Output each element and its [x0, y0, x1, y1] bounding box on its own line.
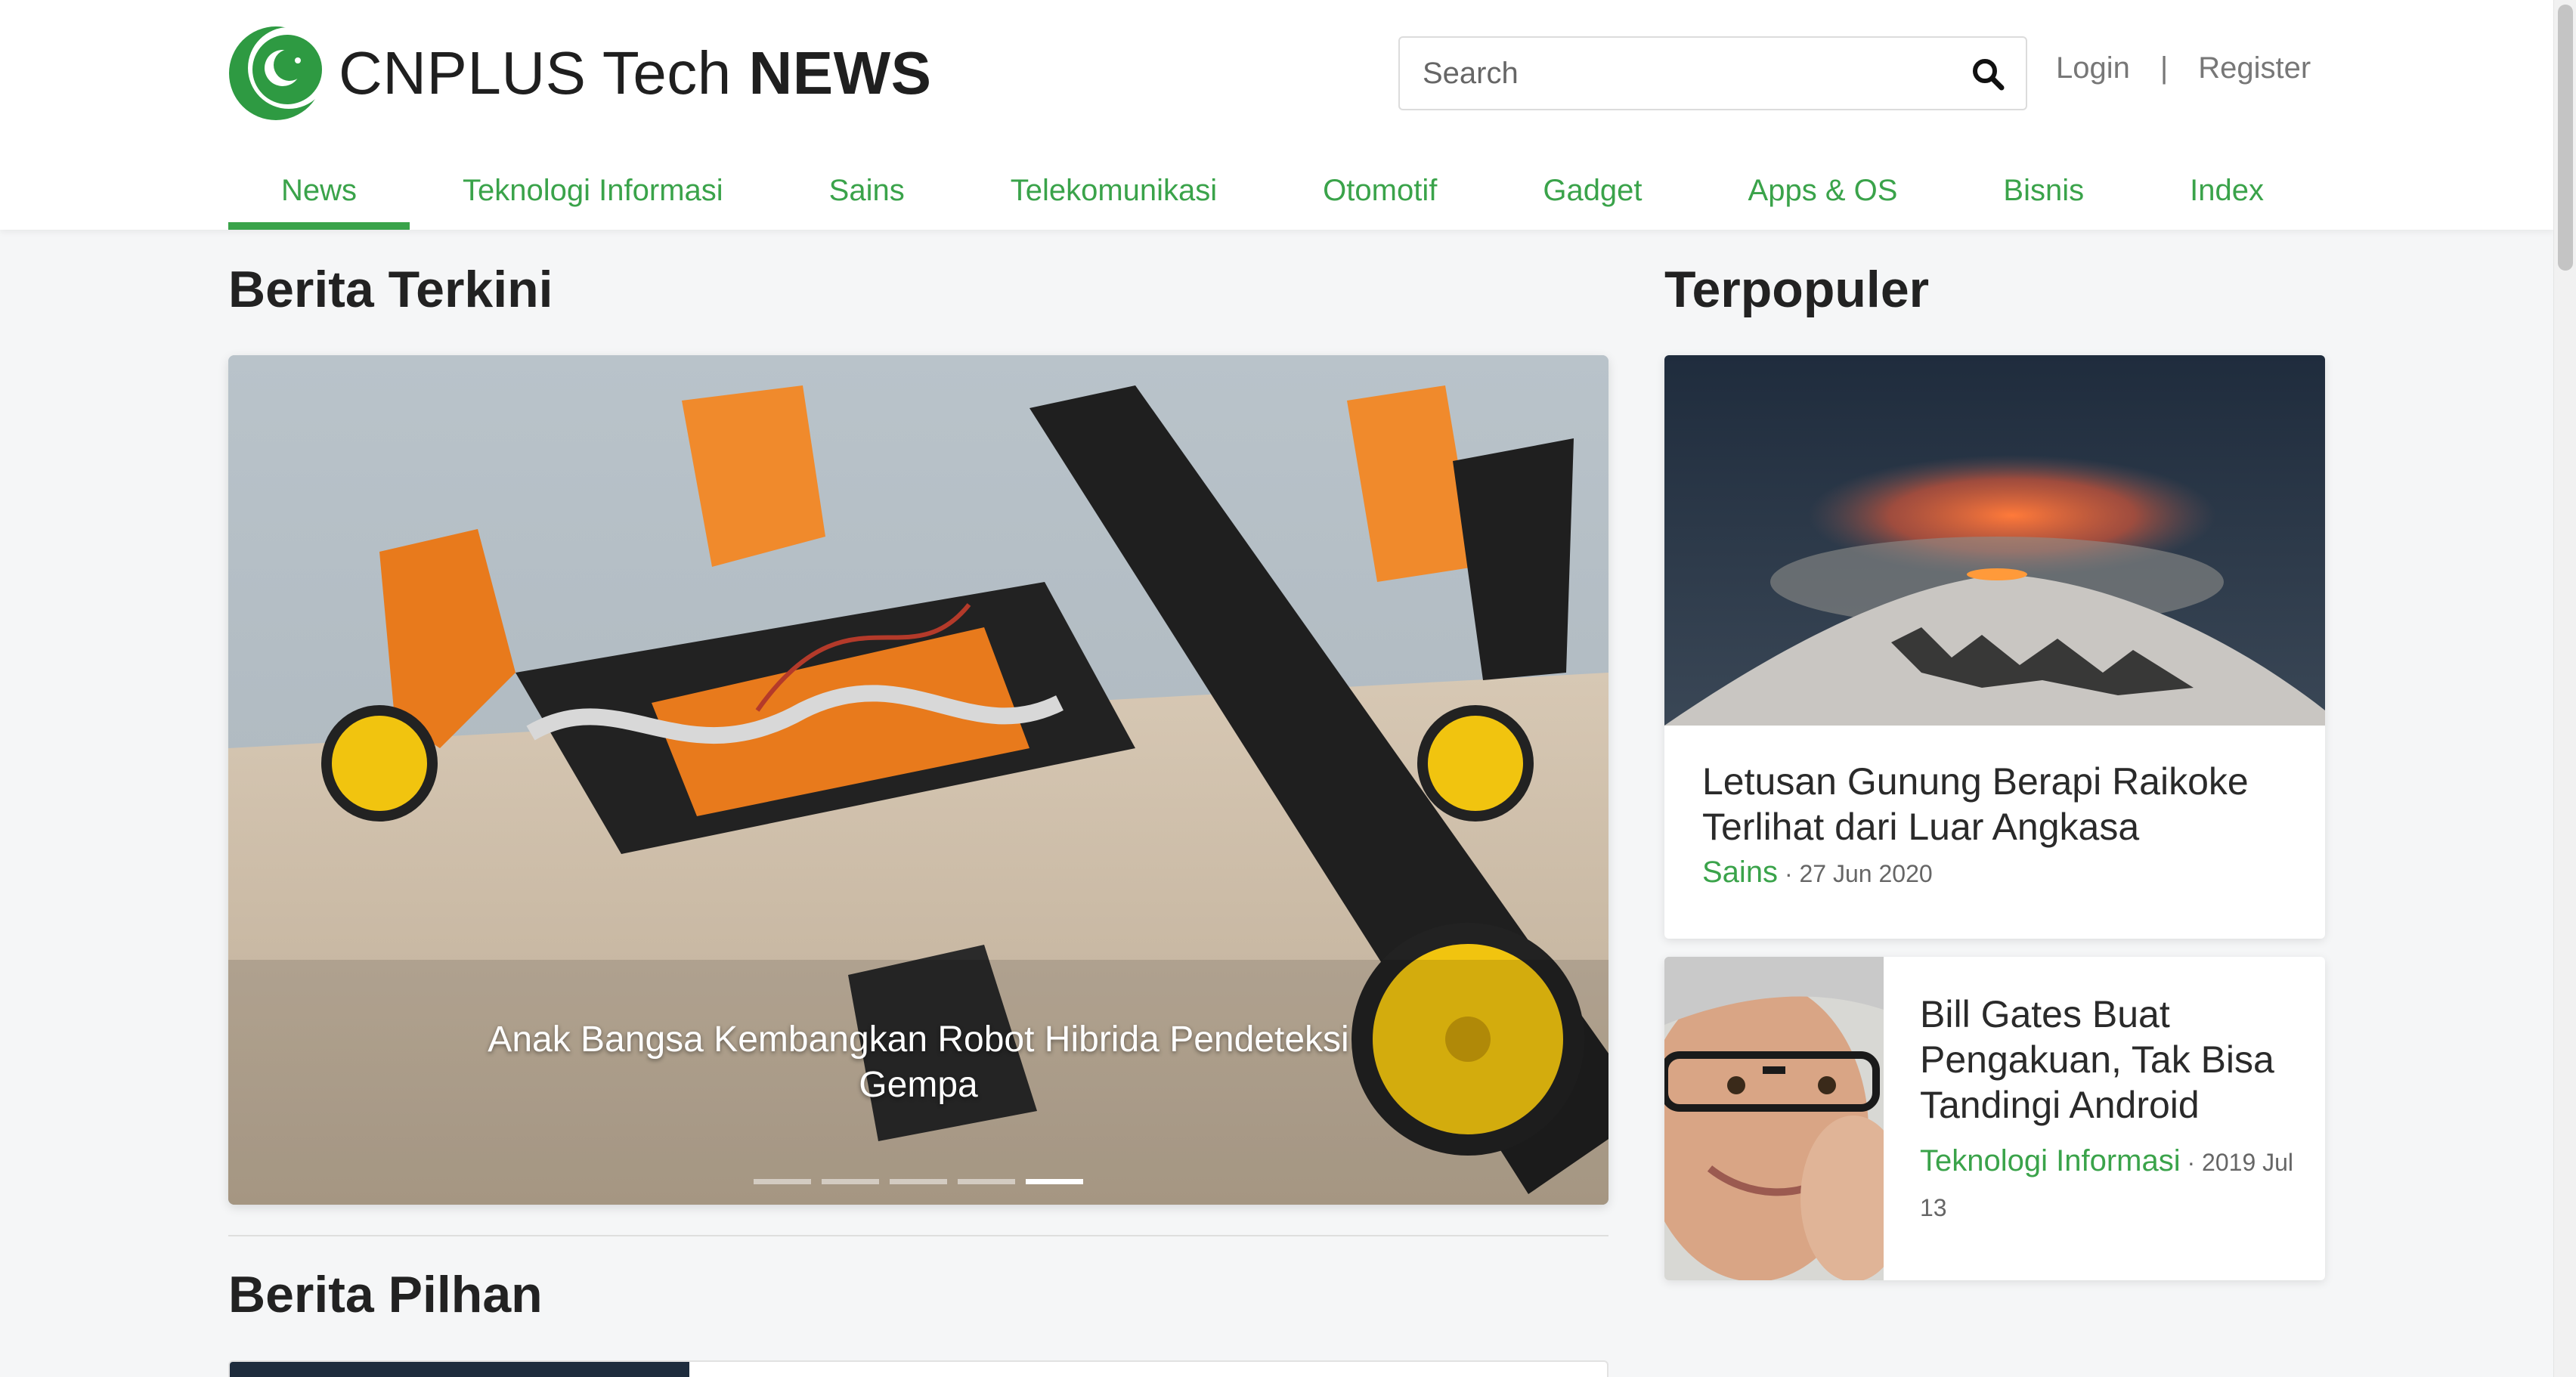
- popular-article-card-1[interactable]: Letusan Gunung Berapi Raikoke Terlihat d…: [1664, 355, 2325, 939]
- volcano-eruption-image: [1664, 355, 2325, 726]
- nav-item-teknologi-informasi[interactable]: Teknologi Informasi: [410, 151, 776, 230]
- carousel-caption[interactable]: Anak Bangsa Kembangkan Robot Hibrida Pen…: [228, 1017, 1608, 1108]
- carousel-dot-3[interactable]: [890, 1179, 947, 1184]
- site-header: CNPLUS Tech NEWS Login | Register News T…: [0, 0, 2553, 230]
- login-link[interactable]: Login: [2056, 51, 2130, 85]
- carousel-indicators: [228, 1179, 1608, 1184]
- section-divider: [228, 1235, 1608, 1236]
- search-box: [1398, 36, 2027, 110]
- nav-item-sains[interactable]: Sains: [776, 151, 958, 230]
- nav-item-index[interactable]: Index: [2137, 151, 2317, 230]
- nav-item-otomotif[interactable]: Otomotif: [1270, 151, 1490, 230]
- picks-first-card[interactable]: [228, 1360, 1608, 1377]
- nav-item-telekomunikasi[interactable]: Telekomunikasi: [958, 151, 1270, 230]
- main-nav: News Teknologi Informasi Sains Telekomun…: [228, 151, 2317, 230]
- nav-item-gadget[interactable]: Gadget: [1490, 151, 1695, 230]
- carousel-dot-2[interactable]: [822, 1179, 879, 1184]
- page-scrollbar[interactable]: [2553, 0, 2576, 1377]
- popular-article-category[interactable]: Teknologi Informasi: [1920, 1144, 2181, 1177]
- crescent-logo-icon: [228, 26, 330, 121]
- popular-article-category[interactable]: Sains: [1702, 856, 1778, 889]
- auth-separator: |: [2160, 51, 2169, 85]
- carousel-dot-4[interactable]: [958, 1179, 1015, 1184]
- site-logo[interactable]: CNPLUS Tech NEWS: [228, 26, 932, 121]
- popular-article-meta: Teknologi Informasi · 2019 Jul 13: [1920, 1138, 2298, 1230]
- auth-links: Login | Register: [2056, 51, 2311, 85]
- popular-article-meta: Sains · 27 Jun 2020: [1702, 849, 2287, 896]
- popular-article-title[interactable]: Letusan Gunung Berapi Raikoke Terlihat d…: [1702, 759, 2287, 849]
- scrollbar-thumb[interactable]: [2558, 5, 2573, 271]
- carousel-dot-5[interactable]: [1026, 1179, 1083, 1184]
- nav-item-bisnis[interactable]: Bisnis: [1950, 151, 2137, 230]
- brand-bold: NEWS: [748, 39, 932, 107]
- nav-item-apps-os[interactable]: Apps & OS: [1695, 151, 1951, 230]
- bill-gates-photo: [1664, 957, 1884, 1280]
- search-input[interactable]: [1400, 38, 1929, 109]
- picks-first-card-image: [230, 1362, 689, 1377]
- carousel-dot-1[interactable]: [754, 1179, 811, 1184]
- register-link[interactable]: Register: [2198, 51, 2311, 85]
- popular-article-card-2[interactable]: Bill Gates Buat Pengakuan, Tak Bisa Tand…: [1664, 957, 2325, 1280]
- search-icon[interactable]: [1971, 57, 2005, 91]
- picks-heading: Berita Pilhan: [228, 1266, 543, 1323]
- latest-news-heading: Berita Terkini: [228, 261, 553, 318]
- site-brand-name: CNPLUS Tech NEWS: [339, 39, 932, 108]
- popular-article-date: · 27 Jun 2020: [1784, 860, 1933, 887]
- nav-item-news[interactable]: News: [228, 151, 410, 230]
- popular-heading: Terpopuler: [1664, 261, 1930, 318]
- popular-article-title[interactable]: Bill Gates Buat Pengakuan, Tak Bisa Tand…: [1920, 992, 2298, 1128]
- brand-regular: CNPLUS Tech: [339, 39, 749, 107]
